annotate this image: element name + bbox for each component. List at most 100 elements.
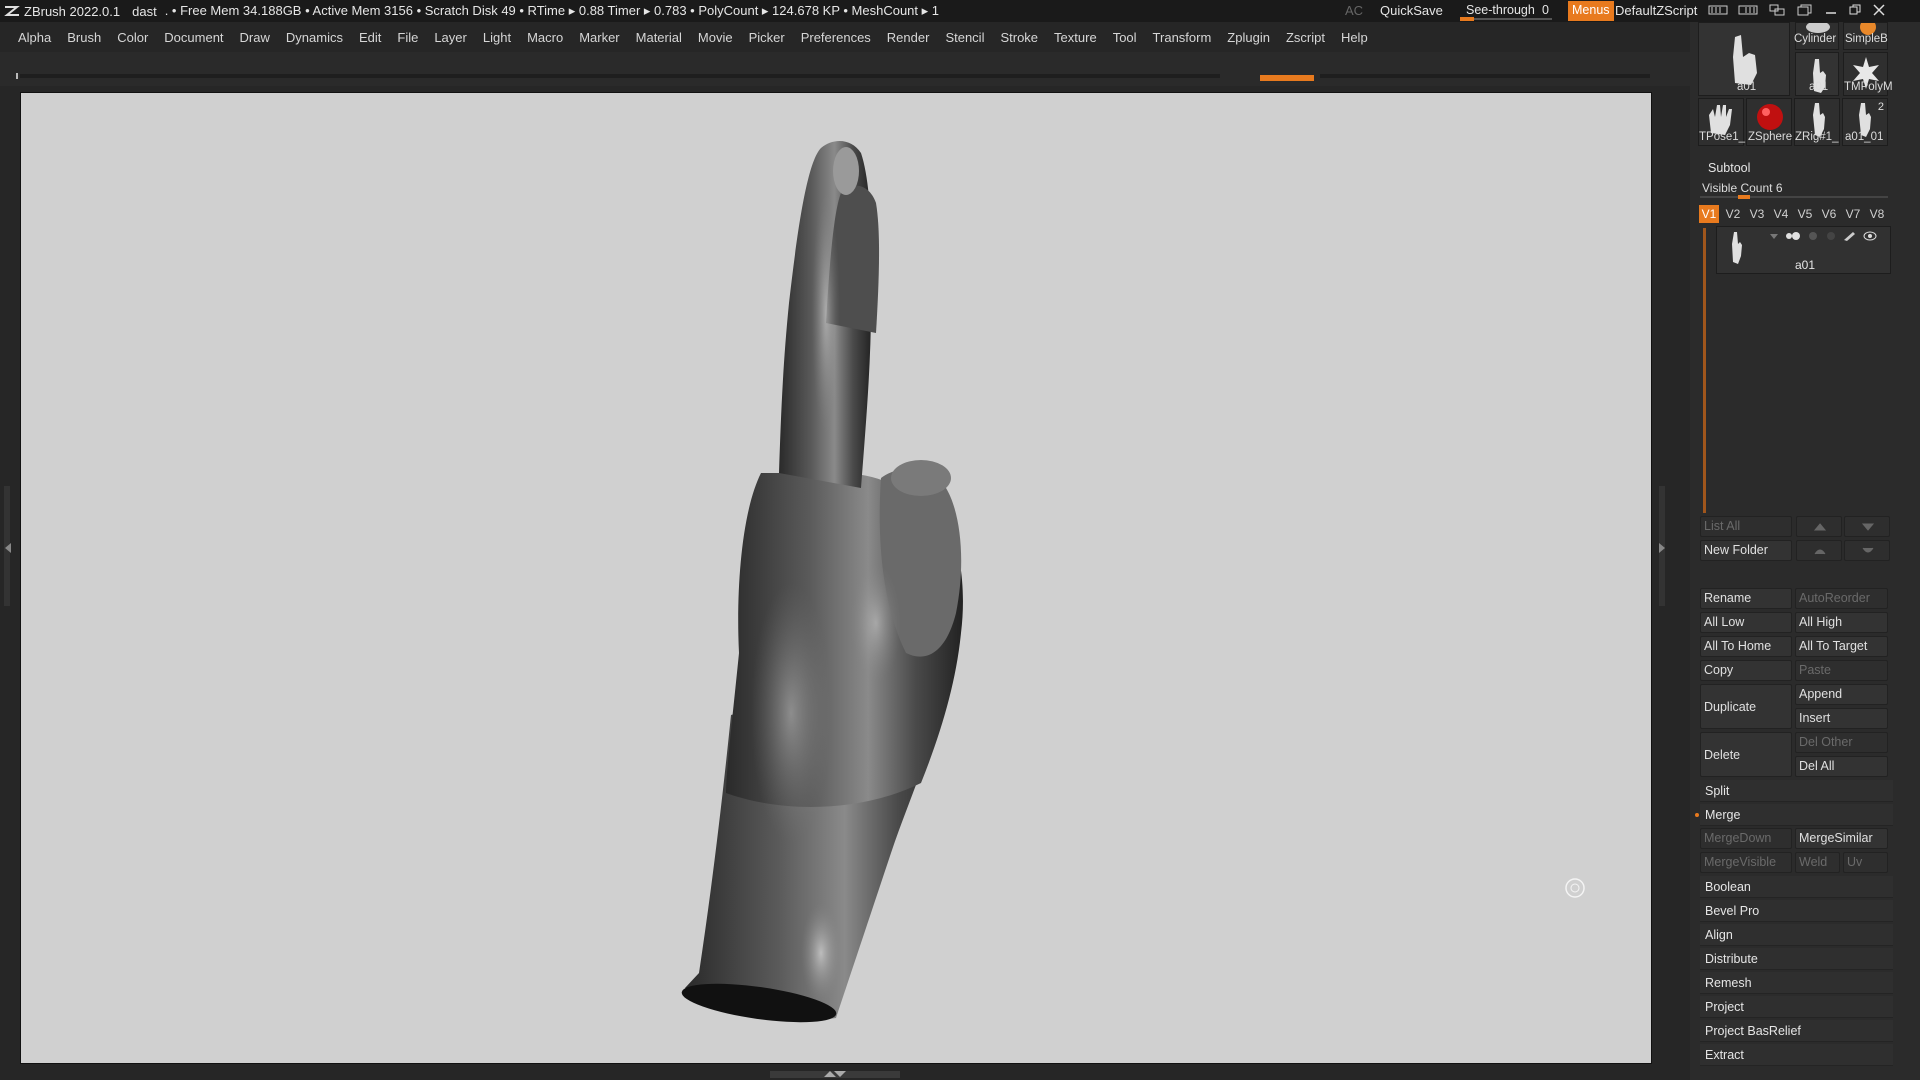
menu-draw[interactable]: Draw bbox=[232, 30, 278, 45]
menu-texture[interactable]: Texture bbox=[1046, 30, 1105, 45]
menu-tool[interactable]: Tool bbox=[1105, 30, 1145, 45]
menu-dynamics[interactable]: Dynamics bbox=[278, 30, 351, 45]
move-up-folder-button[interactable] bbox=[1796, 540, 1842, 561]
visibility-set-tab-v3[interactable]: V3 bbox=[1747, 205, 1767, 223]
polyframe-icon[interactable] bbox=[1785, 231, 1801, 241]
mergesimilar-button[interactable]: MergeSimilar bbox=[1795, 828, 1888, 849]
menu-alpha[interactable]: Alpha bbox=[10, 30, 59, 45]
brush-icon[interactable] bbox=[1843, 231, 1857, 241]
left-tray-arrow-icon[interactable] bbox=[3, 541, 13, 555]
visible-count-handle[interactable] bbox=[1738, 195, 1750, 199]
tool-thumb-label: a01 bbox=[1737, 81, 1757, 93]
subtool-header[interactable]: Subtool bbox=[1692, 158, 1892, 178]
ac-indicator[interactable]: AC bbox=[1345, 3, 1363, 18]
all-to-target-button[interactable]: All To Target bbox=[1795, 636, 1888, 657]
list-all-button[interactable]: List All bbox=[1700, 516, 1792, 537]
menu-movie[interactable]: Movie bbox=[690, 30, 741, 45]
autoreorder-button[interactable]: AutoReorder bbox=[1795, 588, 1888, 609]
delete-button[interactable]: Delete bbox=[1700, 732, 1792, 777]
visibility-set-tab-v1[interactable]: V1 bbox=[1699, 205, 1719, 223]
visibility-set-tab-v2[interactable]: V2 bbox=[1723, 205, 1743, 223]
close-icon[interactable] bbox=[1872, 3, 1886, 17]
distribute-button[interactable]: Distribute bbox=[1700, 948, 1893, 970]
visibility-set-tab-v4[interactable]: V4 bbox=[1771, 205, 1791, 223]
project-basrelief-button[interactable]: Project BasRelief bbox=[1700, 1020, 1893, 1042]
split-button[interactable]: Split bbox=[1700, 780, 1893, 802]
visible-count-slider[interactable]: Visible Count 6 bbox=[1700, 180, 1890, 200]
minimize-icon[interactable] bbox=[1824, 3, 1838, 17]
menu-file[interactable]: File bbox=[389, 30, 426, 45]
append-button[interactable]: Append bbox=[1795, 684, 1888, 705]
boolean-button[interactable]: Boolean bbox=[1700, 876, 1893, 898]
rename-button[interactable]: Rename bbox=[1700, 588, 1792, 609]
tool-thumb-label: SimpleB bbox=[1845, 33, 1888, 45]
default-zscript-button[interactable]: DefaultZScript bbox=[1615, 3, 1697, 18]
uv-button[interactable]: Uv bbox=[1843, 852, 1888, 873]
menu-transform[interactable]: Transform bbox=[1145, 30, 1220, 45]
menu-picker[interactable]: Picker bbox=[741, 30, 793, 45]
visibility-set-tab-v5[interactable]: V5 bbox=[1795, 205, 1815, 223]
layout-right-icon[interactable] bbox=[1738, 3, 1758, 17]
solo-icon[interactable] bbox=[1807, 231, 1819, 241]
visibility-set-tab-v6[interactable]: V6 bbox=[1819, 205, 1839, 223]
visibility-set-tab-v7[interactable]: V7 bbox=[1843, 205, 1863, 223]
extract-button[interactable]: Extract bbox=[1700, 1044, 1893, 1066]
menu-zplugin[interactable]: Zplugin bbox=[1219, 30, 1278, 45]
restore-icon[interactable] bbox=[1848, 3, 1862, 17]
merge-button[interactable]: Merge bbox=[1700, 804, 1893, 826]
align-button[interactable]: Align bbox=[1700, 924, 1893, 946]
weld-button[interactable]: Weld bbox=[1795, 852, 1840, 873]
navigation-gizmo-icon[interactable] bbox=[1564, 877, 1586, 899]
del-other-button[interactable]: Del Other bbox=[1795, 732, 1888, 753]
insert-button[interactable]: Insert bbox=[1795, 708, 1888, 729]
all-low-button[interactable]: All Low bbox=[1700, 612, 1792, 633]
paste-button[interactable]: Paste bbox=[1795, 660, 1888, 681]
move-up-button[interactable] bbox=[1796, 516, 1842, 537]
menu-stroke[interactable]: Stroke bbox=[992, 30, 1046, 45]
3d-viewport[interactable] bbox=[20, 92, 1652, 1064]
quicksave-button[interactable]: QuickSave bbox=[1380, 3, 1443, 18]
menu-light[interactable]: Light bbox=[475, 30, 519, 45]
mergevisible-button[interactable]: MergeVisible bbox=[1700, 852, 1792, 873]
del-all-button[interactable]: Del All bbox=[1795, 756, 1888, 777]
all-to-home-button[interactable]: All To Home bbox=[1700, 636, 1792, 657]
project-button[interactable]: Project bbox=[1700, 996, 1893, 1018]
menu-zscript[interactable]: Zscript bbox=[1278, 30, 1333, 45]
right-tray-arrow-icon[interactable] bbox=[1657, 541, 1667, 555]
bottom-tray-handle[interactable] bbox=[770, 1071, 900, 1078]
window-cascade-icon[interactable] bbox=[1796, 3, 1814, 17]
visibility-set-tab-v8[interactable]: V8 bbox=[1867, 205, 1887, 223]
ghost-icon[interactable] bbox=[1825, 231, 1837, 241]
subtool-item-a01[interactable]: a01 bbox=[1716, 226, 1891, 274]
menu-material[interactable]: Material bbox=[628, 30, 690, 45]
tool-thumb-label: Cylinder bbox=[1794, 33, 1837, 45]
menu-macro[interactable]: Macro bbox=[519, 30, 571, 45]
arrow-down-icon[interactable] bbox=[1769, 231, 1779, 241]
duplicate-button[interactable]: Duplicate bbox=[1700, 684, 1792, 729]
menu-marker[interactable]: Marker bbox=[571, 30, 627, 45]
move-down-button[interactable] bbox=[1844, 516, 1890, 537]
move-down-folder-button[interactable] bbox=[1844, 540, 1890, 561]
menu-layer[interactable]: Layer bbox=[426, 30, 475, 45]
menu-edit[interactable]: Edit bbox=[351, 30, 389, 45]
menu-render[interactable]: Render bbox=[879, 30, 938, 45]
new-folder-button[interactable]: New Folder bbox=[1700, 540, 1792, 561]
menu-preferences[interactable]: Preferences bbox=[793, 30, 879, 45]
menu-brush[interactable]: Brush bbox=[59, 30, 109, 45]
shelf-active-indicator[interactable] bbox=[1260, 75, 1314, 81]
eye-icon[interactable] bbox=[1863, 231, 1877, 241]
menus-toggle[interactable]: Menus bbox=[1568, 1, 1614, 21]
remesh-button[interactable]: Remesh bbox=[1700, 972, 1893, 994]
menu-color[interactable]: Color bbox=[109, 30, 156, 45]
window-tile-icon[interactable] bbox=[1768, 3, 1786, 17]
layout-left-icon[interactable] bbox=[1708, 3, 1728, 17]
all-high-button[interactable]: All High bbox=[1795, 612, 1888, 633]
mergedown-button[interactable]: MergeDown bbox=[1700, 828, 1792, 849]
subtool-list-scrollbar[interactable] bbox=[1703, 228, 1706, 513]
copy-button[interactable]: Copy bbox=[1700, 660, 1792, 681]
bevel-pro-button[interactable]: Bevel Pro bbox=[1700, 900, 1893, 922]
menu-stencil[interactable]: Stencil bbox=[937, 30, 992, 45]
see-through-slider[interactable]: See-through 0 bbox=[1460, 1, 1552, 21]
menu-help[interactable]: Help bbox=[1333, 30, 1376, 45]
menu-document[interactable]: Document bbox=[156, 30, 231, 45]
